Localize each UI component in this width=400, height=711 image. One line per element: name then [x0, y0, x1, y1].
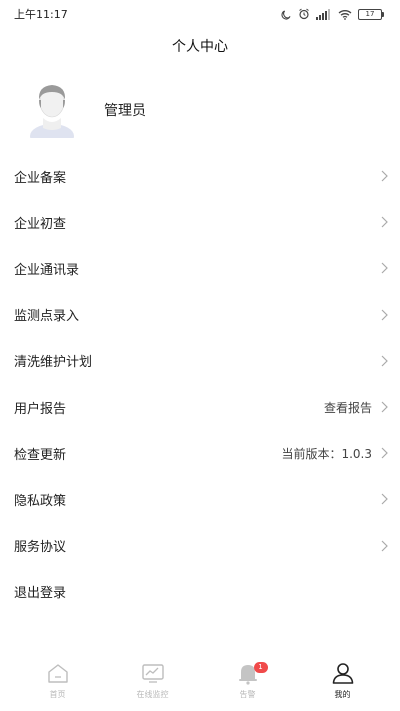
menu-item-privacy-policy[interactable]: 隐私政策 — [0, 476, 400, 522]
bottom-nav: 首页 在线监控 1 告警 我的 — [0, 660, 400, 711]
profile-section[interactable]: 管理员 — [0, 78, 400, 142]
nav-item-alarm[interactable]: 1 告警 — [203, 660, 293, 700]
menu-item-label: 服务协议 — [14, 540, 67, 556]
wifi-icon — [338, 9, 352, 20]
status-icons: 17 — [281, 8, 384, 20]
menu-item-label: 隐私政策 — [14, 493, 67, 509]
moon-icon — [281, 10, 291, 20]
menu-item-label: 检查更新 — [14, 447, 67, 463]
menu-item-label: 企业备案 — [14, 170, 67, 186]
alarm-badge: 1 — [253, 662, 268, 673]
nav-label: 我的 — [334, 690, 351, 699]
user-icon — [332, 663, 353, 684]
battery-level: 17 — [358, 8, 382, 20]
view-report-link[interactable]: 查看报告 — [324, 399, 372, 416]
nav-item-home[interactable]: 首页 — [13, 660, 103, 700]
menu-item-label: 用户报告 — [14, 401, 67, 417]
menu-item-user-report[interactable]: 用户报告 查看报告 — [0, 384, 400, 430]
chevron-right-icon — [381, 447, 388, 459]
menu-item-label: 退出登录 — [14, 586, 67, 602]
menu-item-enterprise-contacts[interactable]: 企业通讯录 — [0, 245, 400, 291]
menu-item-label: 企业通讯录 — [14, 262, 80, 278]
alarm-clock-icon — [299, 8, 309, 20]
chevron-right-icon — [381, 355, 388, 367]
nav-item-online-monitoring[interactable]: 在线监控 — [108, 660, 198, 700]
menu-item-enterprise-initial-check[interactable]: 企业初查 — [0, 199, 400, 245]
nav-label: 告警 — [239, 690, 256, 699]
logout-button[interactable]: 退出登录 — [0, 569, 400, 615]
chevron-right-icon — [381, 263, 388, 274]
chevron-right-icon — [381, 216, 388, 228]
battery-icon: 17 — [358, 8, 384, 20]
chevron-right-icon — [381, 309, 388, 321]
menu-item-check-update[interactable]: 检查更新 当前版本：1.0.3 — [0, 430, 400, 476]
chevron-right-icon — [381, 493, 388, 505]
chevron-right-icon — [381, 170, 388, 182]
status-bar: 上午11:17 17 — [0, 0, 400, 28]
menu-item-monitoring-point-entry[interactable]: 监测点录入 — [0, 292, 400, 338]
nav-label: 在线监控 — [136, 690, 169, 699]
avatar[interactable] — [28, 78, 76, 138]
home-icon — [47, 664, 68, 683]
menu-item-label: 清洗维护计划 — [14, 355, 93, 371]
page-title: 个人中心 — [172, 39, 228, 55]
chevron-right-icon — [381, 540, 388, 552]
nav-item-mine[interactable]: 我的 — [298, 660, 388, 700]
monitor-icon — [141, 664, 164, 683]
menu-item-label: 企业初查 — [14, 216, 67, 232]
menu-item-enterprise-filing[interactable]: 企业备案 — [0, 153, 400, 199]
menu-item-service-agreement[interactable]: 服务协议 — [0, 523, 400, 569]
username: 管理员 — [104, 103, 146, 119]
current-version: 当前版本：1.0.3 — [281, 446, 372, 461]
nav-label: 首页 — [49, 690, 66, 699]
chevron-right-icon — [381, 401, 388, 413]
signal-icon — [316, 8, 330, 20]
menu-item-label: 监测点录入 — [14, 309, 80, 325]
menu-item-cleaning-maintenance-plan[interactable]: 清洗维护计划 — [0, 338, 400, 384]
menu-list: 企业备案 企业初查 企业通讯录 监测点录入 清洗维护计划 用户报告 查看报告 检… — [0, 153, 400, 615]
status-time: 上午11:17 — [14, 8, 68, 21]
